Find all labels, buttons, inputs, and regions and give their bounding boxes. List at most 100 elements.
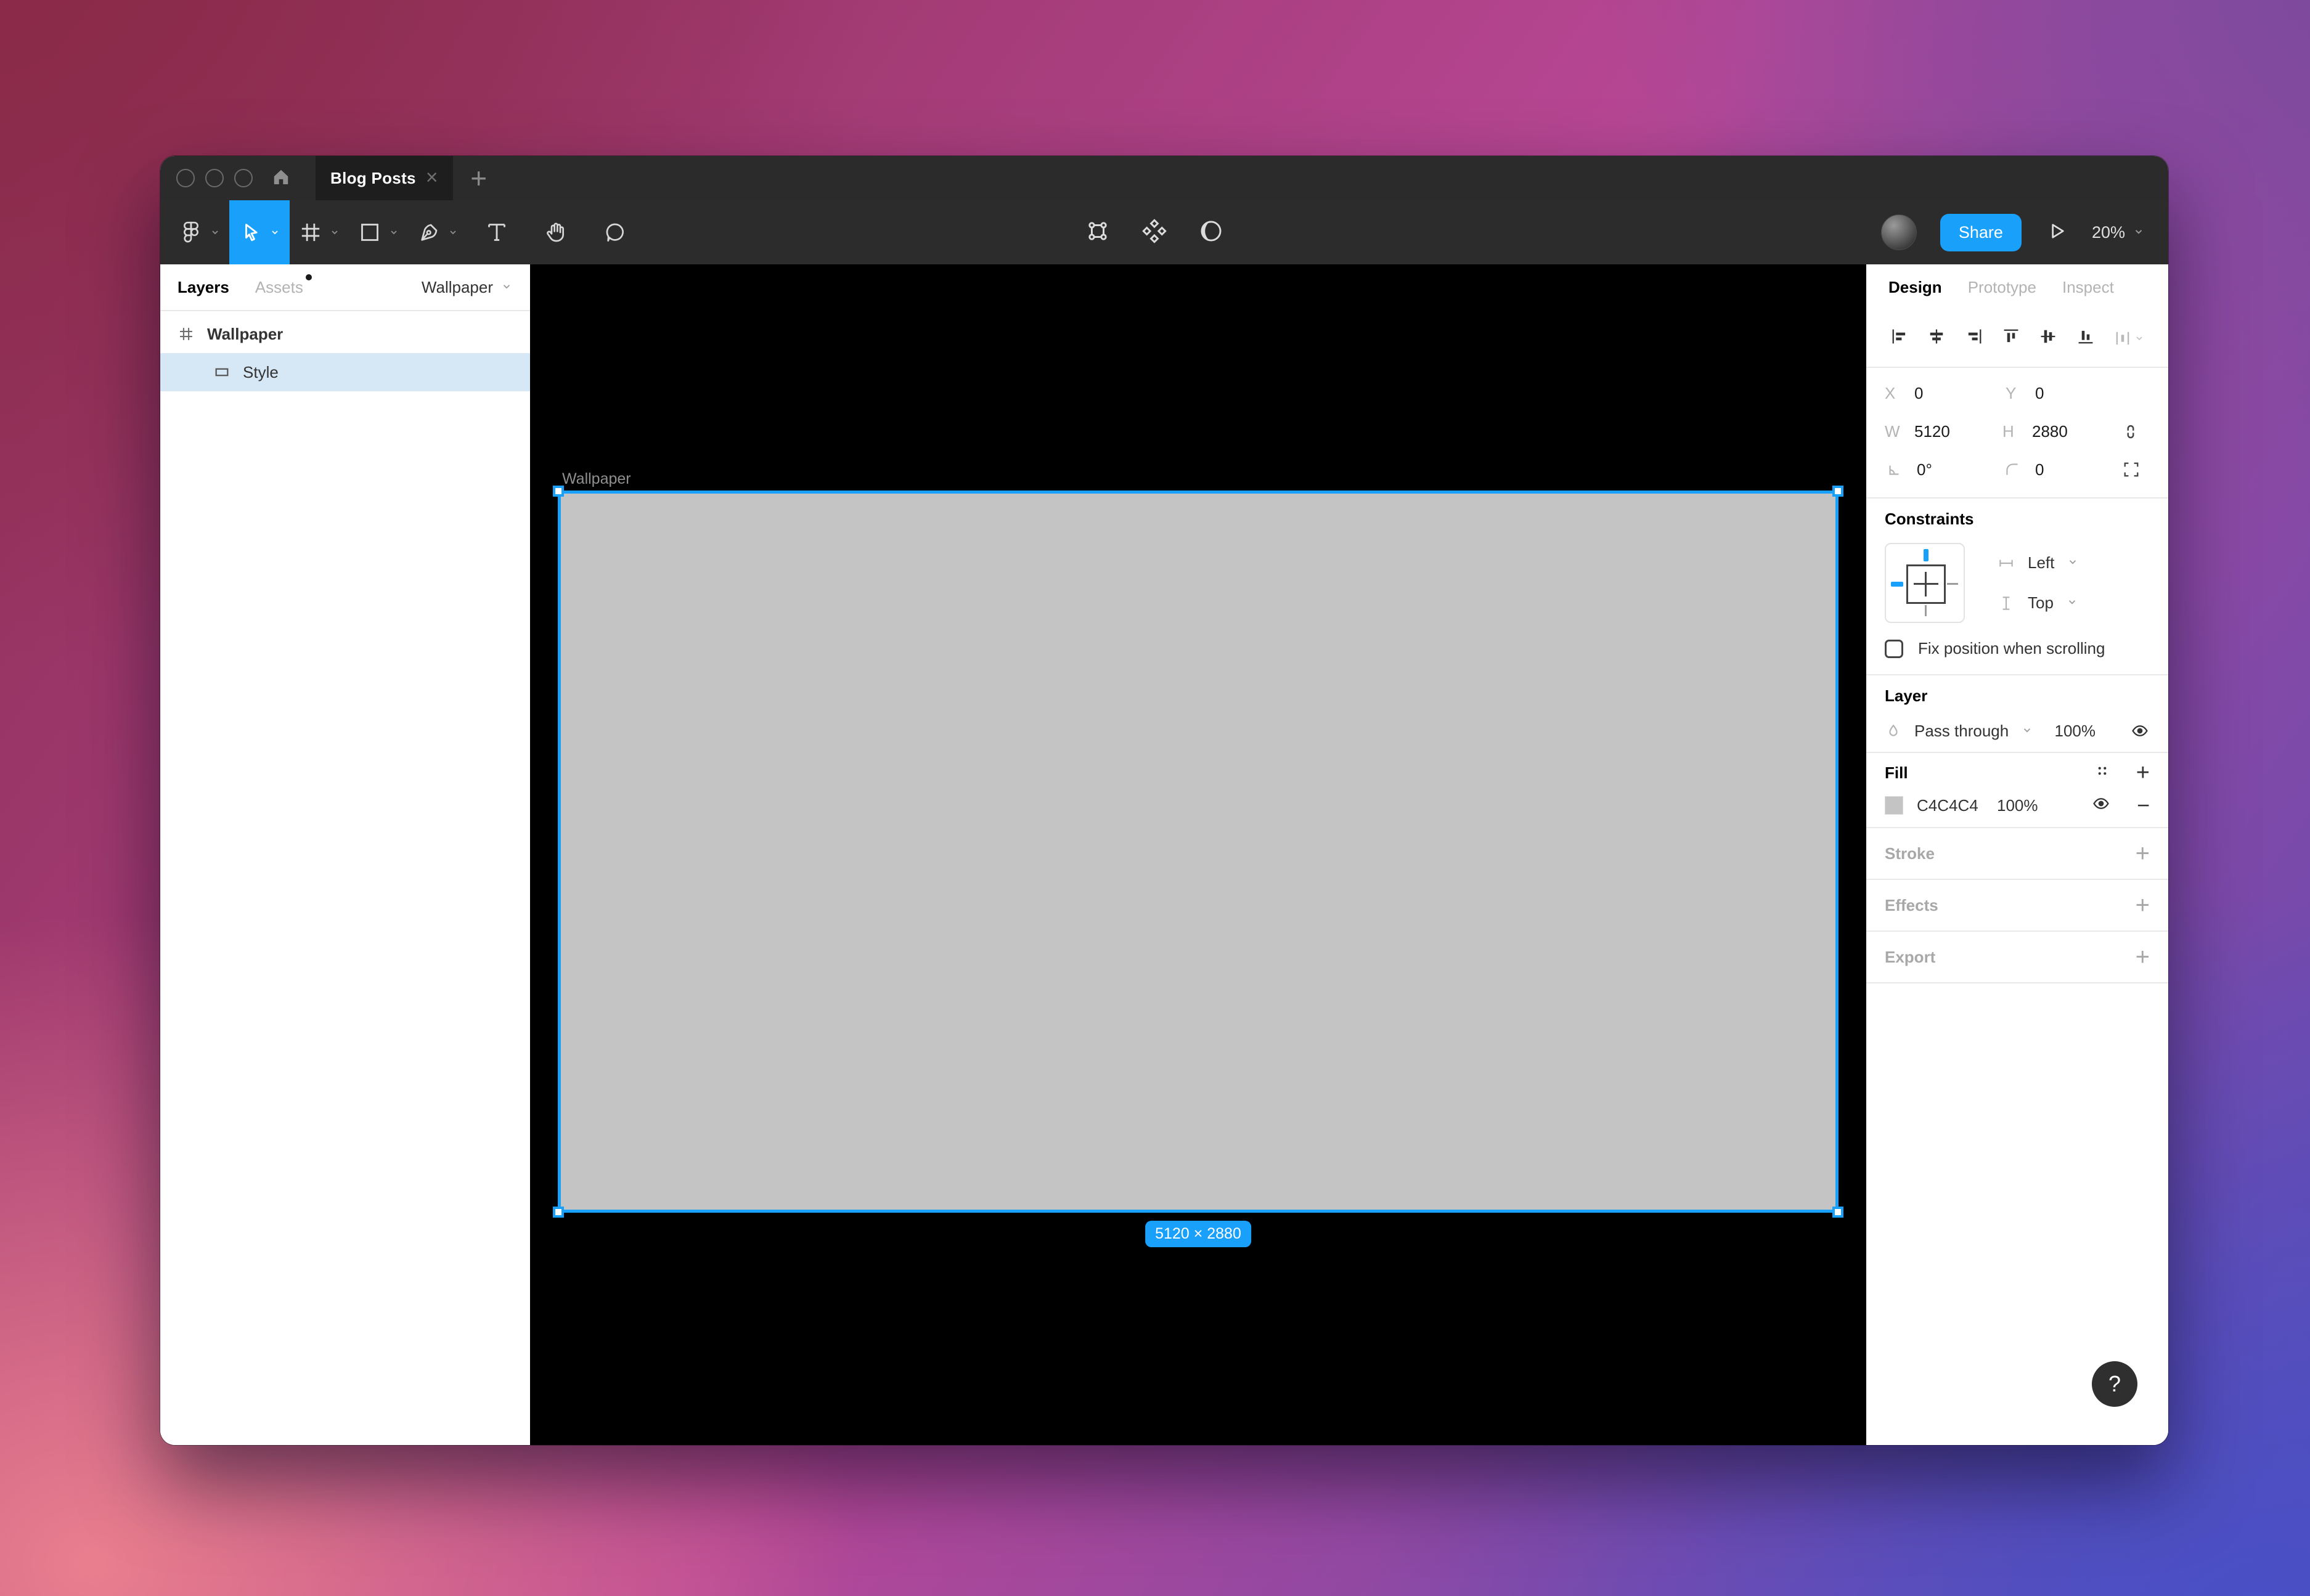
- corner-radius-icon: [2003, 460, 2022, 479]
- fill-row[interactable]: C4C4C4 100% −: [1885, 792, 2150, 827]
- corners-expand-icon: [2121, 460, 2141, 479]
- link-broken-icon: [2120, 421, 2141, 442]
- vertical-constraint-select[interactable]: Top: [1997, 593, 2079, 613]
- selection-handle-top-left[interactable]: [553, 486, 564, 497]
- constraints-widget[interactable]: [1885, 543, 1965, 623]
- add-export-button[interactable]: +: [2136, 943, 2150, 971]
- home-icon: [270, 166, 292, 191]
- main-menu-button[interactable]: [170, 200, 229, 264]
- layer-name: Wallpaper: [207, 325, 283, 344]
- rotation-field[interactable]: 0°: [1885, 460, 2003, 479]
- constraint-top-active[interactable]: [1924, 549, 1928, 561]
- align-horizontal-center-icon[interactable]: [1927, 327, 1946, 351]
- x-value: 0: [1914, 384, 1923, 403]
- effects-section: Effects +: [1866, 880, 2168, 930]
- tab-layers[interactable]: Layers: [178, 278, 229, 297]
- align-top-icon[interactable]: [2001, 327, 2021, 351]
- tab-assets[interactable]: Assets: [255, 278, 303, 297]
- add-effect-button[interactable]: +: [2136, 892, 2150, 919]
- present-button[interactable]: [2045, 219, 2068, 246]
- create-component-icon[interactable]: [1141, 218, 1168, 248]
- layer-row-style[interactable]: Style: [160, 353, 530, 391]
- fill-opacity-value[interactable]: 100%: [1997, 796, 2038, 815]
- selection-handle-top-right[interactable]: [1832, 486, 1843, 497]
- align-left-icon[interactable]: [1890, 327, 1909, 351]
- layer-name: Style: [243, 363, 279, 382]
- text-tool-button[interactable]: [467, 200, 526, 264]
- canvas[interactable]: Wallpaper 5120 × 2880: [530, 264, 1866, 1445]
- fill-styles-button[interactable]: [2093, 762, 2112, 784]
- vertical-constraint-icon: [1997, 594, 2015, 613]
- y-field[interactable]: Y 0: [2006, 384, 2126, 403]
- height-field[interactable]: H 2880: [2002, 422, 2120, 441]
- rotation-icon: [1885, 460, 1903, 479]
- add-stroke-button[interactable]: +: [2136, 840, 2150, 868]
- constraint-bottom-inactive[interactable]: [1925, 605, 1927, 616]
- styles-grid-icon: [2093, 762, 2112, 780]
- blend-mode-icon: [1885, 722, 1902, 739]
- window-zoom-button[interactable]: [234, 169, 253, 187]
- selected-frame[interactable]: [561, 494, 1835, 1210]
- corner-radius-field[interactable]: 0: [2003, 460, 2121, 479]
- toolbar-center-group: [1084, 200, 1225, 264]
- align-right-icon[interactable]: [1964, 327, 1984, 351]
- rotation-row: 0° 0: [1866, 450, 2168, 489]
- constraint-left-active[interactable]: [1891, 582, 1903, 587]
- shape-tool-button[interactable]: [349, 200, 408, 264]
- page-selector[interactable]: Wallpaper: [422, 278, 513, 297]
- fix-position-checkbox[interactable]: [1885, 640, 1903, 658]
- add-fill-button[interactable]: +: [2136, 761, 2150, 784]
- selection-handle-bottom-left[interactable]: [553, 1207, 564, 1218]
- layer-opacity-value[interactable]: 100%: [2055, 722, 2096, 741]
- selection-handle-bottom-right[interactable]: [1832, 1207, 1843, 1218]
- align-vertical-center-icon[interactable]: [2038, 327, 2058, 351]
- home-button[interactable]: [253, 156, 309, 200]
- frame-tool-button[interactable]: [290, 200, 349, 264]
- distribute-menu[interactable]: [2113, 328, 2145, 348]
- tab-prototype[interactable]: Prototype: [1968, 278, 2036, 297]
- mask-icon[interactable]: [1198, 218, 1225, 248]
- horizontal-constraint-select[interactable]: Left: [1997, 553, 2079, 572]
- constrain-proportions-toggle[interactable]: [2120, 421, 2141, 442]
- assets-notification-dot: [306, 274, 312, 280]
- edit-object-icon[interactable]: [1084, 218, 1111, 248]
- share-button[interactable]: Share: [1940, 214, 2022, 251]
- user-avatar[interactable]: [1881, 214, 1917, 250]
- fill-visibility-toggle[interactable]: [2091, 794, 2111, 818]
- x-field[interactable]: X 0: [1885, 384, 2006, 403]
- main-area: Layers Assets Wallpaper: [160, 264, 2168, 1445]
- tab-blog-posts[interactable]: Blog Posts ×: [316, 156, 453, 200]
- constraint-right-inactive[interactable]: [1947, 583, 1958, 585]
- layer-row-wallpaper[interactable]: Wallpaper: [160, 315, 530, 353]
- tab-inspect[interactable]: Inspect: [2062, 278, 2114, 297]
- zoom-menu[interactable]: 20%: [2092, 223, 2145, 242]
- window-close-button[interactable]: [176, 169, 195, 187]
- new-tab-button[interactable]: +: [453, 156, 505, 200]
- fill-color-swatch[interactable]: [1885, 796, 1903, 815]
- width-field[interactable]: W 5120: [1885, 422, 2002, 441]
- independent-corners-toggle[interactable]: [2121, 460, 2141, 479]
- export-title: Export: [1885, 948, 1935, 967]
- tab-design[interactable]: Design: [1888, 278, 1942, 297]
- y-value: 0: [2035, 384, 2044, 403]
- comment-tool-button[interactable]: [586, 200, 645, 264]
- pen-tool-button[interactable]: [408, 200, 467, 264]
- constraints-section: Constraints: [1866, 499, 2168, 674]
- help-button[interactable]: ?: [2092, 1361, 2137, 1407]
- remove-fill-button[interactable]: −: [2137, 794, 2150, 816]
- vertical-constraint-value: Top: [2028, 593, 2054, 613]
- window-minimize-button[interactable]: [205, 169, 224, 187]
- fill-hex-value[interactable]: C4C4C4: [1917, 796, 1997, 815]
- tab-close-icon[interactable]: ×: [426, 167, 438, 188]
- chevron-down-icon: [447, 227, 459, 238]
- hand-tool-button[interactable]: [526, 200, 586, 264]
- blend-mode-value[interactable]: Pass through: [1914, 722, 2009, 741]
- align-bottom-icon[interactable]: [2076, 327, 2096, 351]
- move-cursor-icon: [239, 220, 263, 245]
- frame-label[interactable]: Wallpaper: [562, 470, 631, 488]
- fix-position-row[interactable]: Fix position when scrolling: [1885, 625, 2150, 674]
- hand-tool-icon: [544, 220, 568, 245]
- layer-visibility-toggle[interactable]: [2130, 721, 2150, 741]
- move-tool-button[interactable]: [229, 200, 290, 264]
- eye-icon: [2130, 721, 2150, 741]
